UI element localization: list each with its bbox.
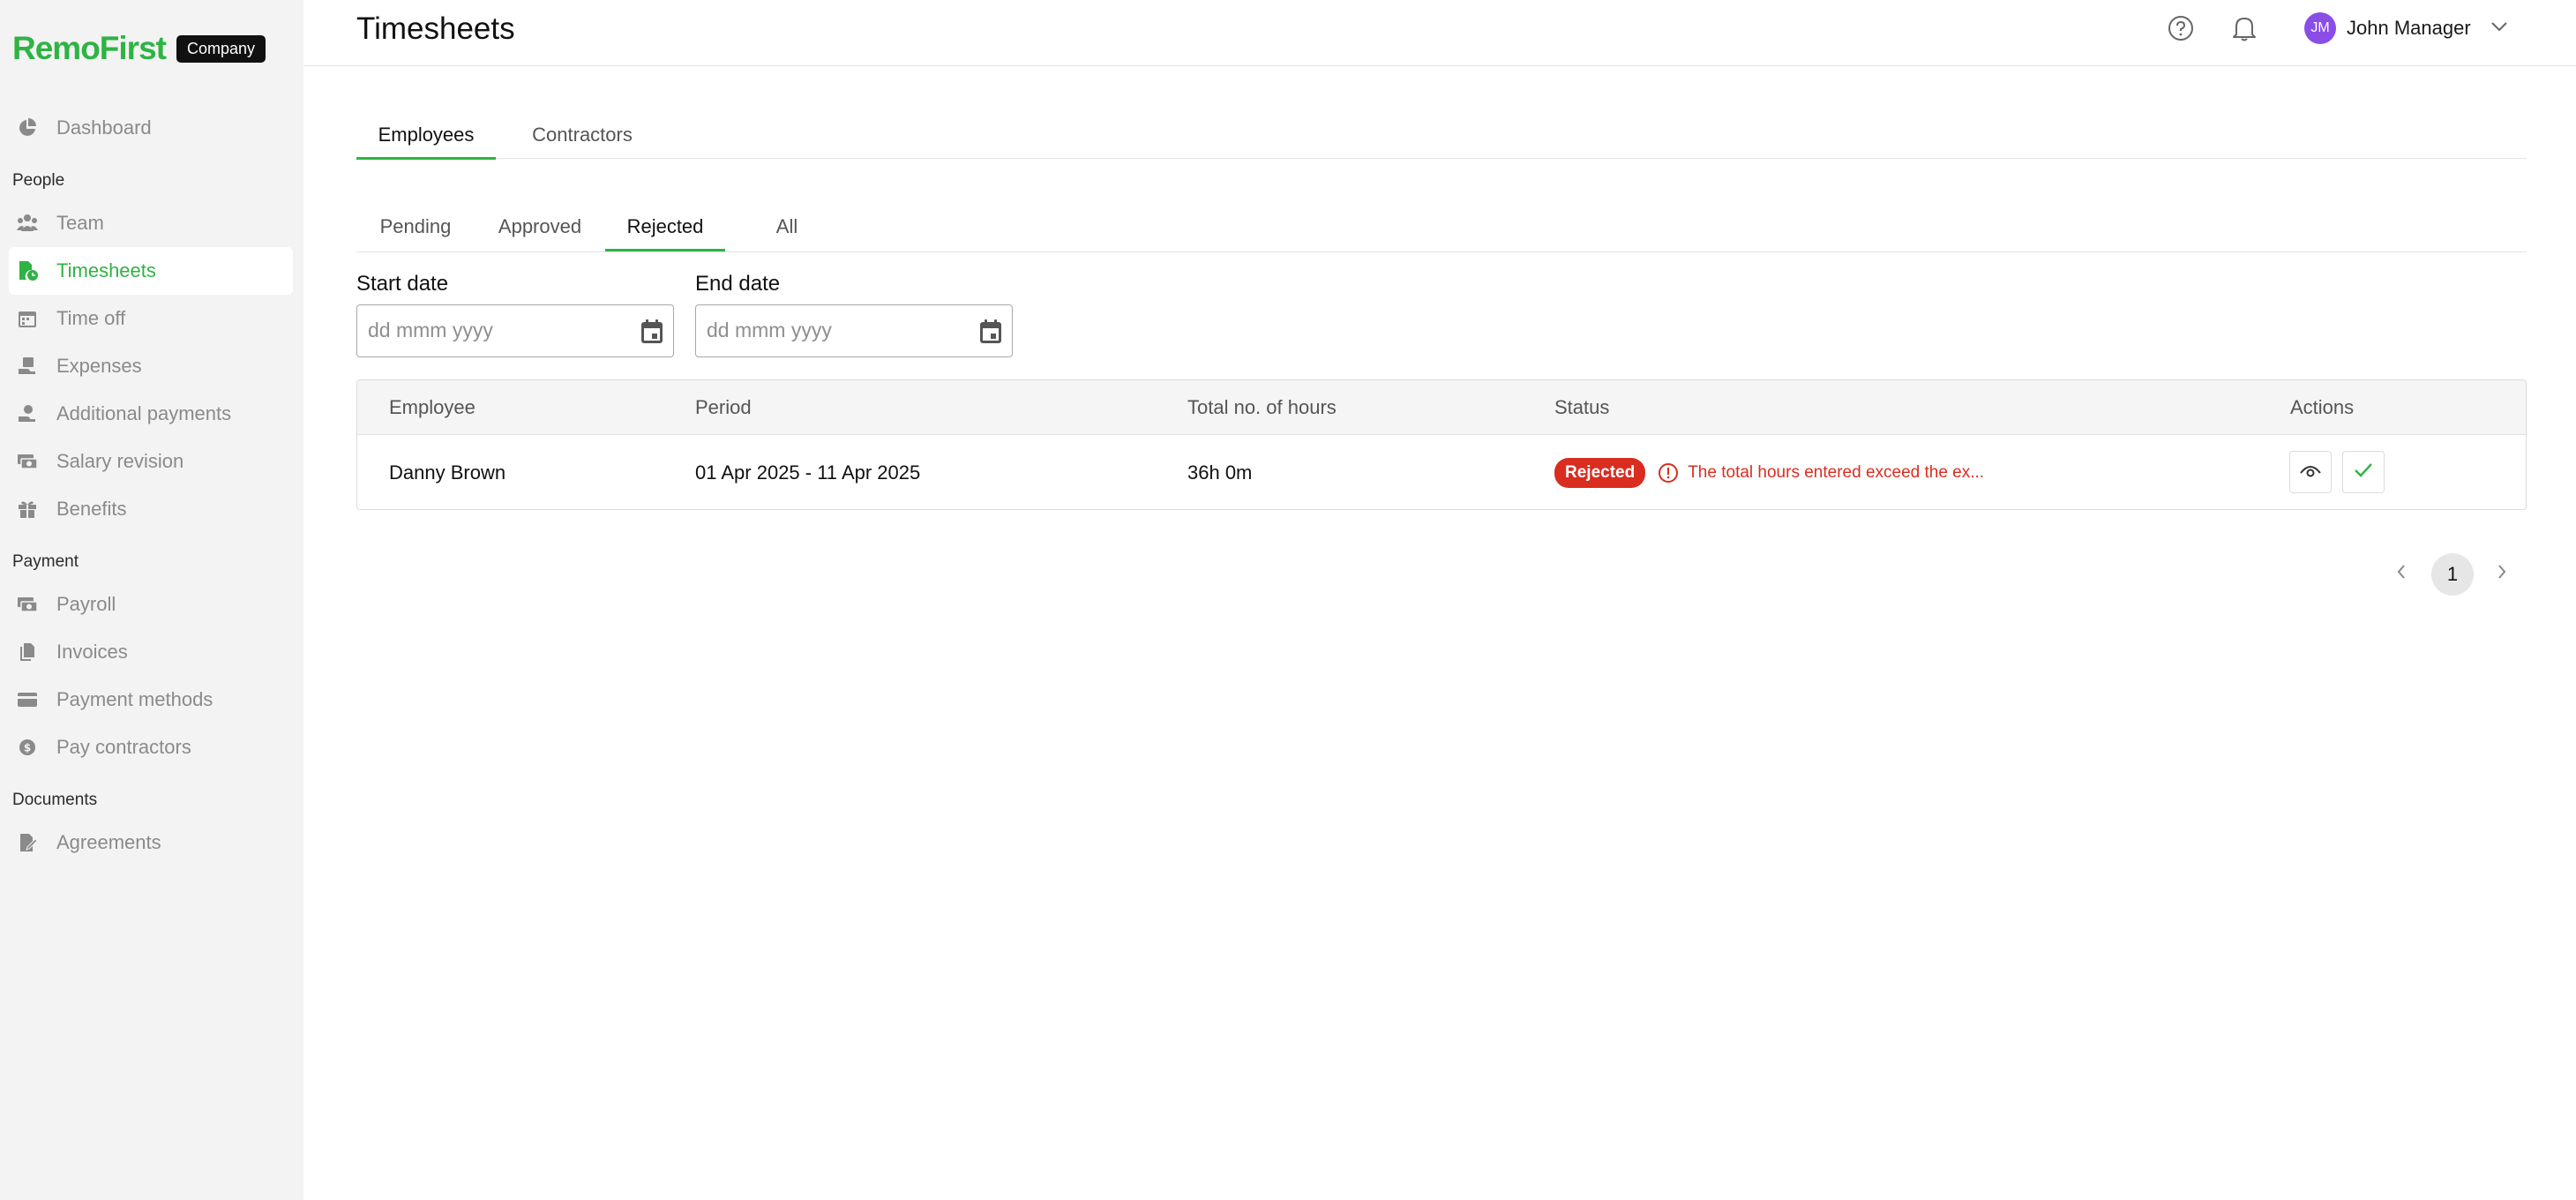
sidebar-item-label: Additional payments <box>56 402 232 424</box>
approve-button[interactable] <box>2342 451 2385 493</box>
gift-icon <box>16 498 39 521</box>
tab-all[interactable]: All <box>727 203 847 251</box>
rejection-reason[interactable]: The total hours entered exceed the ex... <box>1658 462 1984 484</box>
avatar: JM <box>2304 12 2336 44</box>
sidebar-item-label: Benefits <box>56 498 127 520</box>
chevron-right-icon <box>2497 564 2507 584</box>
column-header-status: Status <box>1554 396 1610 418</box>
hours-cell: 36h 0m <box>1187 461 1253 484</box>
worker-type-tabs: Employees Contractors <box>356 111 2527 160</box>
pie-chart-icon <box>16 116 39 139</box>
tab-pending[interactable]: Pending <box>356 203 475 251</box>
sidebar-item-payment-methods[interactable]: Payment methods <box>9 676 293 724</box>
receipt-hand-icon <box>16 355 39 378</box>
cash-icon <box>16 593 39 616</box>
bell-icon[interactable] <box>2228 12 2260 44</box>
documents-icon <box>16 641 39 664</box>
user-menu[interactable]: JM John Manager <box>2304 12 2508 44</box>
status-cell: Rejected The total hours entered exceed … <box>1554 435 1984 509</box>
chevron-left-icon <box>2396 564 2407 584</box>
end-date-field <box>695 304 1013 357</box>
column-header-actions: Actions <box>2290 396 2355 418</box>
status-tabs: Pending Approved Rejected All <box>356 203 2527 252</box>
sidebar-item-additional-payments[interactable]: Additional payments <box>9 390 293 438</box>
section-label-documents: Documents <box>12 791 98 809</box>
end-date-label: End date <box>695 272 781 296</box>
sidebar-item-label: Invoices <box>56 641 128 663</box>
calendar-icon[interactable] <box>638 318 666 346</box>
sidebar-item-label: Salary revision <box>56 450 184 472</box>
column-header-period: Period <box>695 396 752 418</box>
start-date-field <box>356 304 674 357</box>
sidebar-item-agreements[interactable]: Agreements <box>9 819 293 866</box>
prev-page-button[interactable] <box>2384 554 2419 593</box>
sidebar-item-time-off[interactable]: Time off <box>9 295 293 342</box>
company-badge: Company <box>176 34 266 63</box>
table-row[interactable]: Danny Brown 01 Apr 2025 - 11 Apr 2025 36… <box>357 435 2526 509</box>
sidebar-item-label: Agreements <box>56 831 161 853</box>
column-header-hours: Total no. of hours <box>1187 396 1337 418</box>
calendar-icon[interactable] <box>977 318 1005 346</box>
sidebar-item-dashboard[interactable]: Dashboard <box>9 104 293 152</box>
sidebar-item-label: Time off <box>56 307 126 329</box>
sidebar-item-label: Payroll <box>56 593 116 615</box>
timesheets-table: Employee Period Total no. of hours Statu… <box>356 379 2527 510</box>
chevron-down-icon <box>2490 20 2508 36</box>
error-circle-icon <box>1658 462 1679 484</box>
tab-approved[interactable]: Approved <box>476 203 603 251</box>
sidebar-item-label: Payment methods <box>56 688 213 710</box>
column-header-employee: Employee <box>389 396 476 418</box>
rejection-reason-text: The total hours entered exceed the ex... <box>1688 463 1985 482</box>
start-date-label: Start date <box>356 272 449 296</box>
sidebar-item-timesheets[interactable]: Timesheets <box>9 247 293 295</box>
document-signature-icon <box>16 831 39 854</box>
sidebar-item-label: Team <box>56 212 104 234</box>
logo-text: RemoFirst <box>12 30 167 66</box>
section-label-payment: Payment <box>12 552 79 571</box>
status-badge: Rejected <box>1554 458 1646 488</box>
hand-coin-icon <box>16 402 39 425</box>
users-icon <box>16 212 39 235</box>
view-button[interactable] <box>2289 451 2332 493</box>
tab-rejected[interactable]: Rejected <box>605 203 725 251</box>
tab-contractors[interactable]: Contractors <box>503 111 662 159</box>
svg-text:$: $ <box>24 742 31 754</box>
page-number-button[interactable]: 1 <box>2431 553 2474 596</box>
calendar-icon <box>16 307 39 330</box>
sidebar-item-pay-contractors[interactable]: $ Pay contractors <box>9 724 293 771</box>
dollar-coin-icon: $ <box>16 736 39 759</box>
start-date-input[interactable] <box>357 305 622 356</box>
table-header: Employee Period Total no. of hours Statu… <box>357 380 2526 435</box>
sidebar: RemoFirst Company Dashboard People Team … <box>0 0 303 1200</box>
top-header: Timesheets <box>303 0 2576 66</box>
sidebar-item-benefits[interactable]: Benefits <box>9 485 293 533</box>
credit-card-icon <box>16 688 39 711</box>
check-icon <box>2353 461 2374 484</box>
sidebar-item-label: Pay contractors <box>56 736 191 758</box>
tab-employees[interactable]: Employees <box>356 111 496 160</box>
sidebar-item-label: Timesheets <box>56 259 156 281</box>
sidebar-item-label: Expenses <box>56 355 142 377</box>
sidebar-item-salary-revision[interactable]: Salary revision <box>9 438 293 485</box>
sidebar-item-expenses[interactable]: Expenses <box>9 342 293 390</box>
sidebar-item-invoices[interactable]: Invoices <box>9 628 293 676</box>
period-cell: 01 Apr 2025 - 11 Apr 2025 <box>695 461 921 484</box>
sidebar-item-payroll[interactable]: Payroll <box>9 581 293 628</box>
eye-icon <box>2299 462 2322 483</box>
next-page-button[interactable] <box>2484 554 2520 593</box>
page-title: Timesheets <box>356 11 515 46</box>
help-icon[interactable] <box>2165 12 2197 44</box>
timesheet-icon <box>16 259 39 282</box>
employee-name: Danny Brown <box>389 461 506 484</box>
section-label-people: People <box>12 171 65 190</box>
end-date-input[interactable] <box>696 305 961 356</box>
sidebar-item-label: Dashboard <box>56 116 152 139</box>
logo[interactable]: RemoFirst Company <box>12 30 266 67</box>
sidebar-item-team[interactable]: Team <box>9 199 293 247</box>
user-name: John Manager <box>2347 17 2471 39</box>
money-stack-icon <box>16 450 39 473</box>
